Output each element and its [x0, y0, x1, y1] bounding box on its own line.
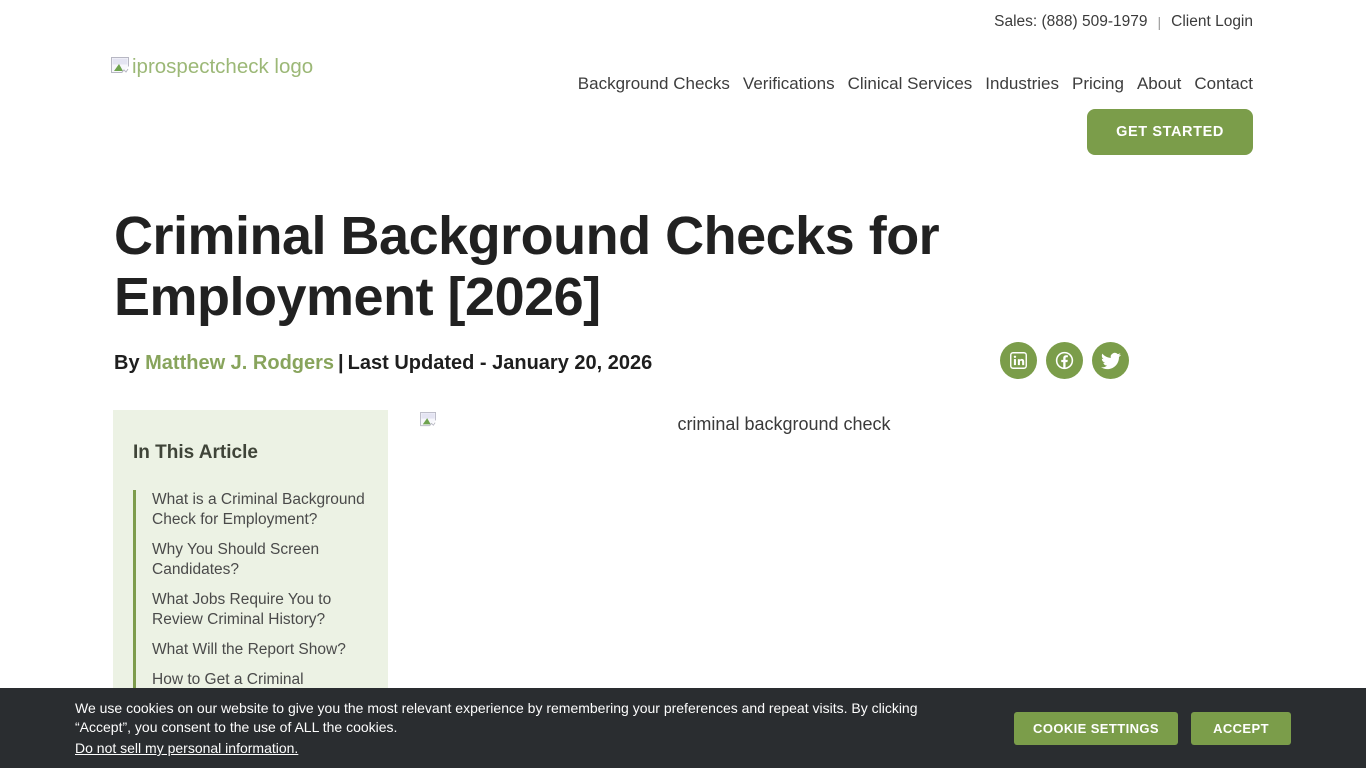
nav-about[interactable]: About — [1137, 74, 1181, 94]
main-nav: Background Checks Verifications Clinical… — [578, 74, 1253, 94]
toc-heading: In This Article — [133, 442, 258, 463]
page-title: Criminal Background Checks for Employmen… — [114, 206, 940, 327]
twitter-share-button[interactable] — [1092, 342, 1129, 379]
linkedin-share-button[interactable] — [1000, 342, 1037, 379]
logo-alt-text: iprospectcheck logo — [132, 55, 314, 78]
last-updated: Last Updated - January 20, 2026 — [347, 352, 653, 374]
facebook-share-button[interactable] — [1046, 342, 1083, 379]
linkedin-icon — [1010, 352, 1027, 369]
nav-industries[interactable]: Industries — [985, 74, 1059, 94]
toc-item-how-to-get[interactable]: How to Get a Criminal — [152, 670, 368, 690]
image-alt-text: criminal background check — [677, 414, 891, 434]
author-link[interactable]: Matthew J. Rodgers — [145, 352, 334, 374]
nav-pricing[interactable]: Pricing — [1072, 74, 1124, 94]
cookie-banner: We use cookies on our website to give yo… — [0, 688, 1366, 768]
byline-separator: | — [338, 352, 344, 374]
byline: By Matthew J. Rodgers | Last Updated - Jan… — [114, 352, 652, 375]
article-image-broken: criminal background check — [420, 410, 1148, 670]
nav-clinical-services[interactable]: Clinical Services — [848, 74, 973, 94]
nav-contact[interactable]: Contact — [1194, 74, 1253, 94]
cookie-accept-button[interactable]: ACCEPT — [1191, 712, 1291, 745]
topbar-separator: | — [1157, 14, 1162, 30]
top-utility-bar: Sales: (888) 509-1979 | Client Login — [994, 13, 1253, 31]
toc-item-why-screen[interactable]: Why You Should Screen Candidates? — [152, 540, 368, 580]
page: Sales: (888) 509-1979 | Client Login ipr… — [0, 0, 1366, 768]
facebook-icon — [1055, 351, 1074, 370]
toc-item-report-show[interactable]: What Will the Report Show? — [152, 640, 368, 660]
cookie-settings-button[interactable]: COOKIE SETTINGS — [1014, 712, 1178, 745]
cookie-message: We use cookies on our website to give yo… — [75, 700, 918, 735]
client-login-link[interactable]: Client Login — [1171, 13, 1253, 31]
byline-prefix: By — [114, 352, 146, 374]
social-share — [1000, 342, 1129, 379]
site-logo[interactable]: iprospectcheck logo — [111, 55, 313, 80]
toc-item-what-jobs[interactable]: What Jobs Require You to Review Criminal… — [152, 590, 368, 630]
nav-background-checks[interactable]: Background Checks — [578, 74, 730, 94]
get-started-button[interactable]: GET STARTED — [1087, 109, 1253, 155]
toc-list: What is a Criminal Background Check for … — [133, 490, 368, 690]
nav-verifications[interactable]: Verifications — [743, 74, 835, 94]
twitter-icon — [1100, 352, 1121, 369]
sales-phone: Sales: (888) 509-1979 — [994, 13, 1148, 30]
toc-item-what-is[interactable]: What is a Criminal Background Check for … — [152, 490, 368, 530]
do-not-sell-link[interactable]: Do not sell my personal information. — [75, 740, 298, 756]
broken-image-icon — [111, 55, 130, 80]
